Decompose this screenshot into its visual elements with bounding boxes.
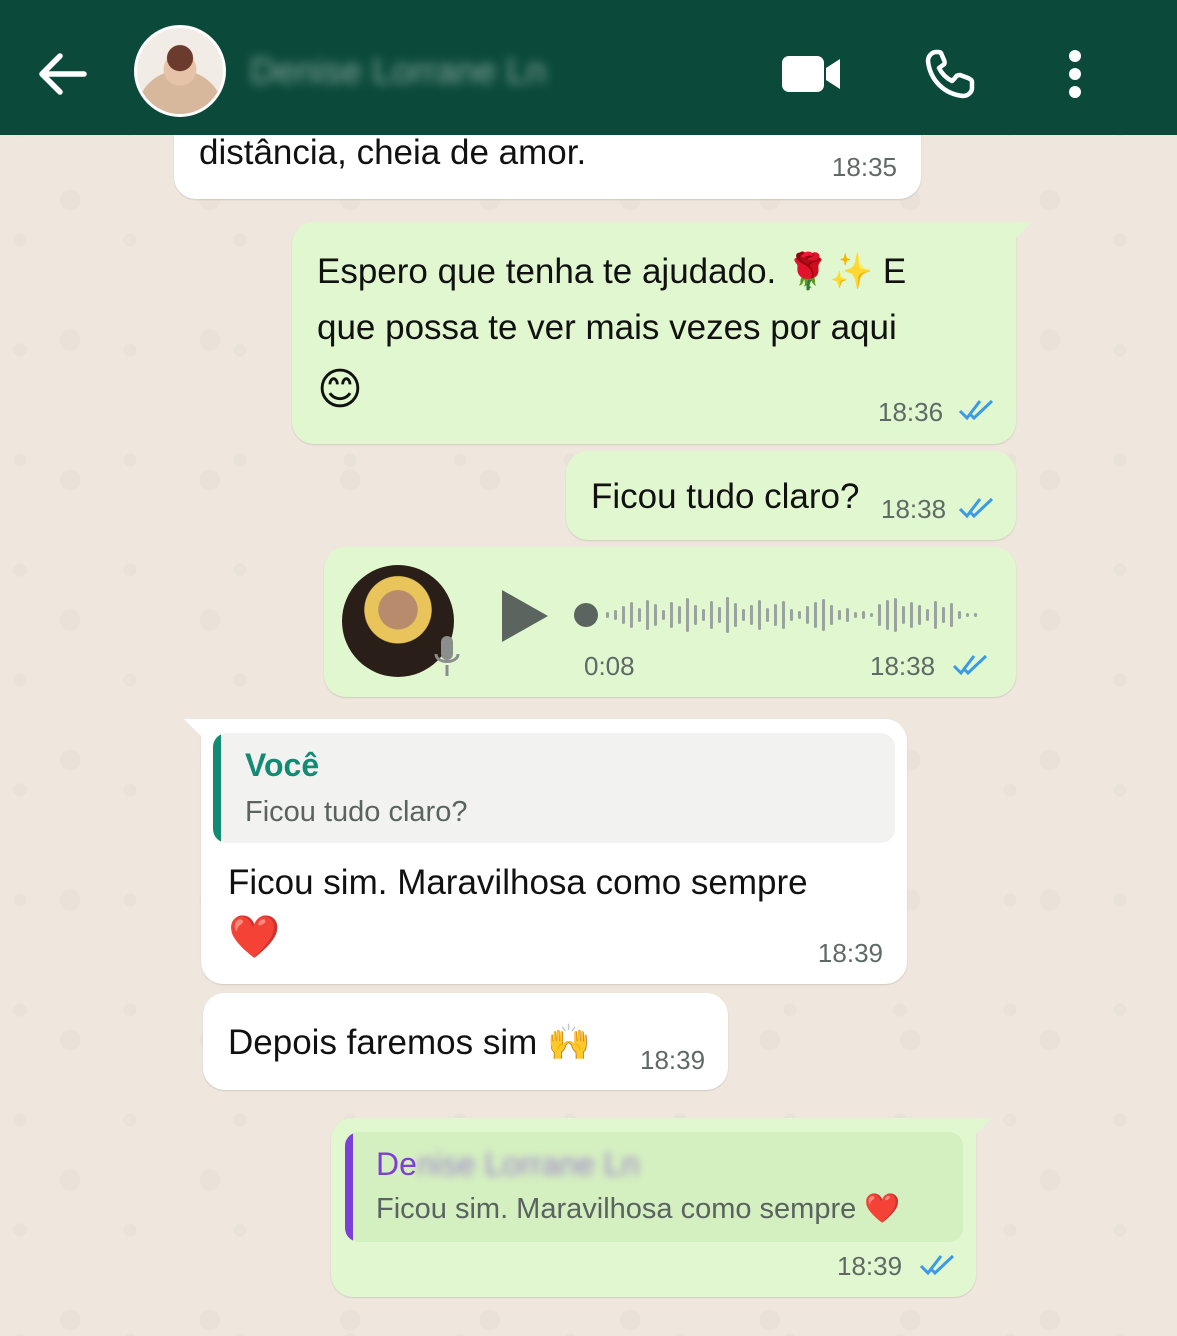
video-camera-icon[interactable]: [780, 52, 842, 96]
quoted-message[interactable]: Você Ficou tudo claro?: [213, 733, 895, 843]
waveform-bar: [958, 611, 961, 619]
heart-emoji: ❤️: [228, 912, 281, 961]
message-text-line: Espero que tenha te ajudado. 🌹✨ E: [317, 252, 907, 291]
voice-duration: 0:08: [584, 651, 635, 681]
waveform-bar: [646, 600, 649, 630]
message-text-line: que possa te ver mais vezes por aqui: [317, 308, 897, 347]
waveform-bar: [662, 610, 665, 620]
quote-accent-bar: [345, 1132, 353, 1242]
message-text: Depois faremos sim 🙌: [228, 1023, 591, 1062]
waveform-bar: [630, 602, 633, 628]
message-bubble-incoming[interactable]: Depois faremos sim 🙌 18:39: [203, 993, 728, 1090]
quote-author-blurred: nise Lorrane Ln: [416, 1146, 640, 1182]
microphone-icon: [434, 636, 460, 676]
waveform-bar: [966, 613, 969, 617]
smiling-face-emoji: 😊: [317, 364, 363, 415]
waveform-bar: [622, 606, 625, 624]
waveform-bar: [774, 604, 777, 626]
waveform-bar: [830, 605, 833, 625]
message-bubble-outgoing[interactable]: Ficou tudo claro? 18:38: [566, 451, 1016, 540]
waveform-bar: [878, 604, 881, 626]
waveform-bar: [886, 600, 889, 630]
contact-name[interactable]: Denise Lorrane Ln: [250, 50, 546, 92]
waveform-bar: [910, 602, 913, 628]
play-icon[interactable]: [498, 588, 550, 644]
message-time: 18:39: [640, 1045, 706, 1075]
waveform-bar: [710, 601, 713, 629]
waveform-bar: [862, 611, 865, 619]
waveform-bar: [606, 612, 609, 618]
message-text: Ficou tudo claro?: [591, 477, 860, 516]
waveform-bar: [822, 599, 825, 631]
waveform-bar: [974, 613, 977, 617]
waveform-bar: [870, 613, 873, 617]
waveform-bar: [854, 612, 857, 618]
waveform-bar: [750, 605, 753, 625]
waveform-bar: [734, 603, 737, 627]
quote-author-visible: De: [376, 1146, 417, 1182]
message-time: 18:36: [878, 397, 944, 427]
waveform-bar: [790, 609, 793, 621]
waveform-bar: [942, 607, 945, 623]
read-ticks-icon: [958, 497, 994, 519]
read-ticks-icon: [952, 654, 988, 676]
message-bubble-outgoing[interactable]: Denise Lorrane Ln Ficou sim. Maravilhosa…: [331, 1118, 976, 1297]
waveform-bar: [846, 608, 849, 622]
waveform-bar: [838, 610, 841, 620]
waveform-bar: [902, 606, 905, 624]
message-time: 18:38: [870, 651, 936, 681]
waveform-bar: [670, 602, 673, 628]
phone-icon[interactable]: [922, 46, 978, 102]
waveform-bar: [934, 601, 937, 629]
message-time: 18:38: [881, 494, 947, 524]
waveform-bar: [678, 606, 681, 624]
message-time: 18:39: [817, 938, 883, 968]
playback-position-dot[interactable]: [574, 603, 598, 627]
audio-waveform[interactable]: [572, 590, 984, 640]
quote-text: Ficou sim. Maravilhosa como sempre ❤️: [376, 1193, 901, 1225]
read-ticks-icon: [958, 399, 994, 421]
waveform-bar: [654, 604, 657, 626]
waveform-bar: [758, 600, 761, 630]
quote-author: Denise Lorrane Ln: [376, 1146, 639, 1183]
bubble-tail: [972, 1118, 992, 1138]
waveform-bar: [718, 607, 721, 623]
waveform-bar: [766, 608, 769, 622]
waveform-bar: [926, 609, 929, 621]
more-vertical-icon[interactable]: [1058, 46, 1092, 102]
waveform-bar: [702, 609, 705, 621]
waveform-bar: [694, 605, 697, 625]
message-time: 18:35: [831, 152, 897, 182]
waveform-bar: [686, 598, 689, 632]
bubble-tail: [1012, 222, 1032, 242]
waveform-bar: [614, 610, 617, 620]
message-time: 18:39: [837, 1251, 903, 1281]
read-ticks-icon: [919, 1254, 955, 1276]
quote-author: Você: [245, 747, 320, 783]
quoted-message[interactable]: Denise Lorrane Ln Ficou sim. Maravilhosa…: [345, 1132, 963, 1242]
quote-accent-bar: [213, 733, 221, 843]
message-text-line: Ficou sim. Maravilhosa como sempre: [228, 863, 808, 902]
waveform-bar: [742, 609, 745, 621]
waveform-bar: [950, 603, 953, 627]
waveform-bar: [894, 598, 897, 632]
waveform-bar: [806, 606, 809, 624]
message-bubble-incoming[interactable]: Você Ficou tudo claro? Ficou sim. Maravi…: [201, 719, 907, 984]
waveform-bar: [798, 611, 801, 619]
contact-avatar[interactable]: [134, 25, 226, 117]
waveform-bar: [782, 601, 785, 629]
waveform-bar: [726, 597, 729, 633]
waveform-bar: [814, 602, 817, 628]
message-bubble-outgoing[interactable]: Espero que tenha te ajudado. 🌹✨ E que po…: [292, 222, 1016, 444]
arrow-left-icon[interactable]: [34, 46, 90, 102]
chat-header: Denise Lorrane Ln: [0, 0, 1177, 135]
waveform-bar: [638, 608, 641, 622]
bubble-tail: [184, 719, 204, 739]
waveform-bar: [918, 605, 921, 625]
quote-text: Ficou tudo claro?: [245, 796, 468, 828]
